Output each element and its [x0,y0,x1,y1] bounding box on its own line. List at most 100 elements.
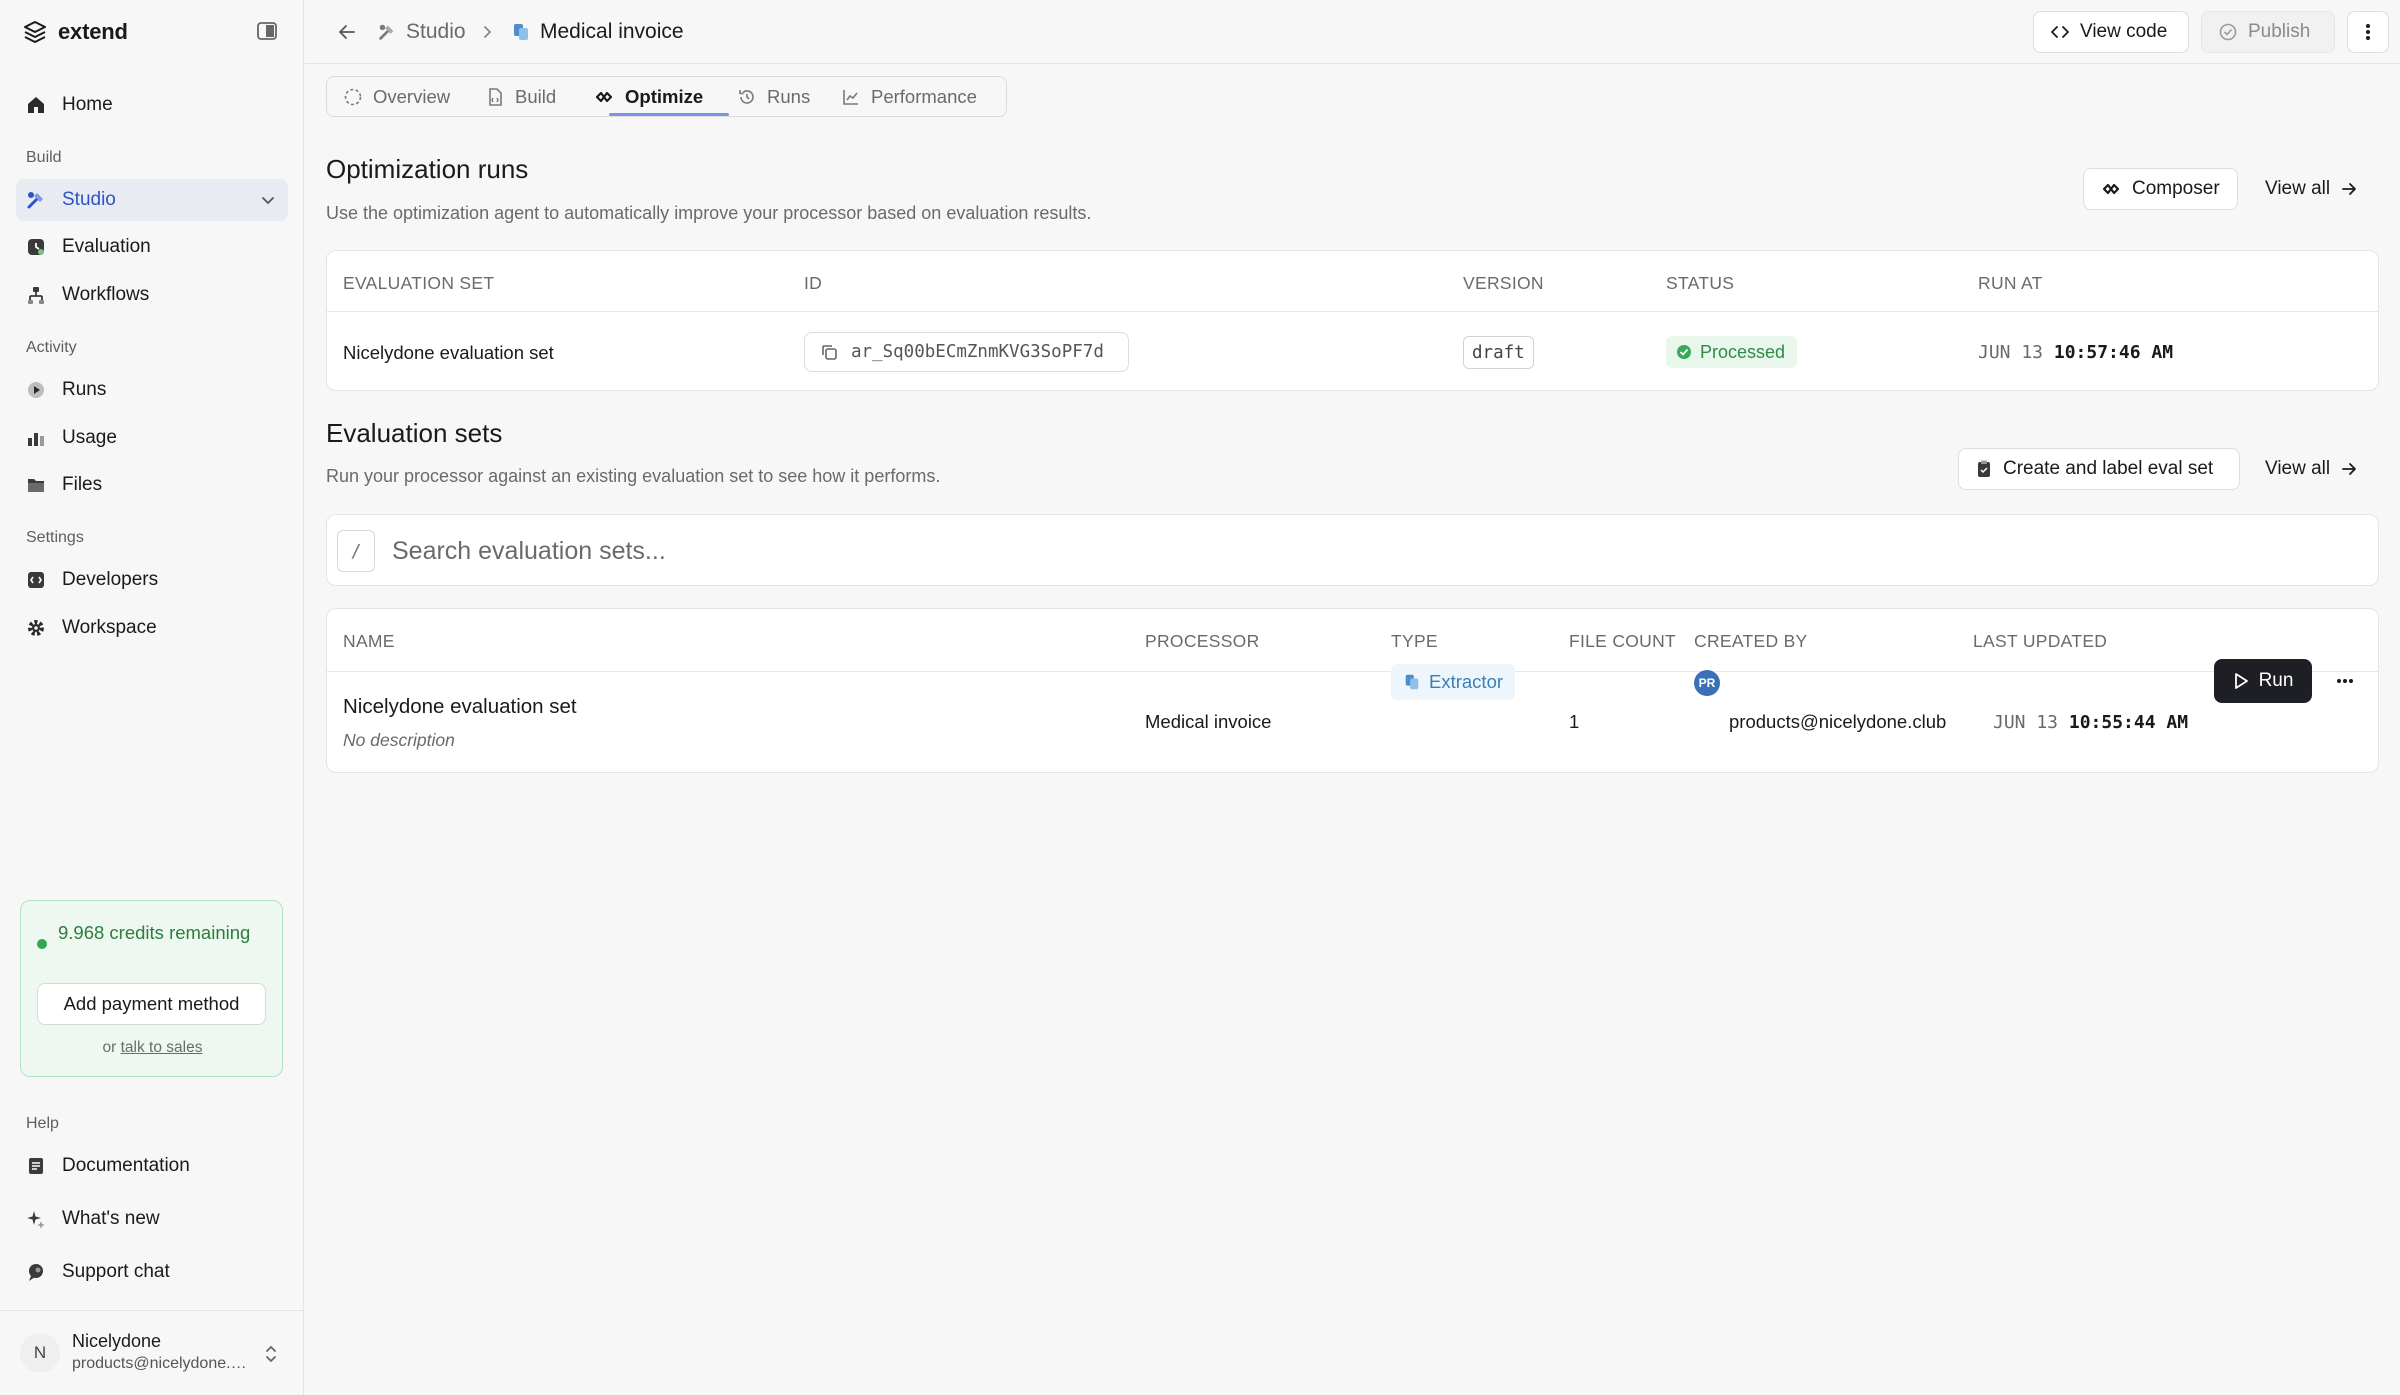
run-at-date: JUN 13 [1978,342,2044,363]
breadcrumb-studio[interactable]: Studio [377,18,466,46]
loader-circle-icon [344,88,362,105]
column-header: NAME [343,631,395,651]
sidebar-toggle-icon[interactable] [256,20,278,42]
run-button[interactable]: Run [2214,659,2312,703]
created-by-cell: products@nicelydone.club [1729,711,1947,732]
add-payment-method-button[interactable]: Add payment method [37,983,266,1025]
eval-set-name: Nicelydone evaluation set [343,695,577,718]
tab-build[interactable]: Build [485,77,556,116]
optimization-runs-description: Use the optimization agent to automatica… [326,203,1092,223]
sidebar-item-label: Developers [62,569,159,590]
row-more-button[interactable] [2331,667,2359,695]
user-email: products@nicelydone.club [72,1355,252,1372]
document-icon [24,1154,48,1178]
updated-time: 10:55:44 AM [2068,712,2189,733]
brand[interactable]: extend [22,16,128,48]
column-header: STATUS [1666,273,1735,293]
chevron-down-icon[interactable] [258,190,278,210]
chevron-right-icon [484,26,492,38]
tab-label: Runs [767,85,811,107]
column-header: LAST UPDATED [1973,631,2108,651]
section-activity: Activity [26,339,77,356]
file-code-icon [489,87,502,106]
column-header: FILE COUNT [1569,631,1677,651]
composer-button[interactable]: Composer [2083,168,2238,210]
user-menu[interactable]: N Nicelydone products@nicelydone.club [0,1310,304,1395]
check-circle-icon [2219,23,2237,41]
more-options-button[interactable] [2347,11,2389,53]
column-header: TYPE [1391,631,1438,651]
sidebar-item-label: Support chat [62,1261,170,1282]
section-build: Build [26,149,62,166]
check-circle-icon [1677,345,1691,359]
evaluation-sets-description: Run your processor against an existing e… [326,466,941,486]
sidebar-item-support-chat[interactable]: Support chat [16,1251,288,1293]
sidebar-item-label: What's new [62,1208,160,1229]
file-count-cell: 1 [1569,711,1580,732]
sidebar-item-runs[interactable]: Runs [16,369,288,411]
updated-date: JUN 13 [1993,712,2059,733]
column-header: PROCESSOR [1145,631,1260,651]
tab-label: Overview [373,85,451,107]
sidebar-item-documentation[interactable]: Documentation [16,1145,288,1187]
optimization-runs-title: Optimization runs [326,154,529,184]
publish-button[interactable]: Publish [2201,11,2335,53]
arrow-left-icon[interactable] [335,20,359,44]
optimization-runs-table: EVALUATION SET ID VERSION STATUS RUN AT … [326,250,2379,391]
sidebar-item-files[interactable]: Files [16,464,288,506]
view-code-label: View code [2080,21,2168,42]
sidebar-item-evaluation[interactable]: Evaluation [16,226,288,268]
sidebar-item-whats-new[interactable]: What's new [16,1198,288,1240]
create-eval-set-button[interactable]: Create and label eval set [1958,448,2240,490]
studio-tools-icon [379,24,394,40]
play-circle-icon [24,378,48,402]
column-header: VERSION [1463,273,1544,293]
type-badge: Extractor [1391,664,1516,700]
sidebar-item-studio[interactable]: Studio [16,179,288,221]
line-chart-icon [843,89,858,105]
credits-footer-prefix: or [102,1039,117,1056]
workflow-icon [24,283,48,307]
sparkle-icon [24,1207,48,1231]
tab-optimize[interactable]: Optimize [593,77,703,116]
evaluation-icon [24,235,48,259]
credits-remaining: 9.968 credits remaining [58,922,251,943]
sidebar-item-home[interactable]: Home [16,84,288,126]
sidebar: extend Home Build Studio Evaluation Work… [0,0,304,1395]
tab-runs[interactable]: Runs [737,77,810,116]
sidebar-item-label: Studio [62,189,116,210]
sidebar-item-usage[interactable]: Usage [16,417,288,459]
tab-overview[interactable]: Overview [343,77,450,116]
talk-to-sales-link[interactable]: talk to sales [121,1039,203,1056]
folder-icon [24,473,48,497]
sidebar-item-workflows[interactable]: Workflows [16,274,288,316]
sidebar-item-developers[interactable]: Developers [16,559,288,601]
type-label: Extractor [1429,671,1504,692]
search-input[interactable] [392,529,2352,573]
view-all-optimization-runs-link[interactable]: View all [2265,168,2358,210]
composer-label: Composer [2132,178,2220,199]
arrow-right-icon [2342,463,2357,475]
column-header: EVALUATION SET [343,273,495,293]
section-settings: Settings [26,529,84,546]
sidebar-item-workspace[interactable]: Workspace [16,607,288,649]
column-header: ID [804,273,823,293]
history-icon [739,89,754,104]
play-icon [2234,673,2248,689]
status-badge: Processed [1666,336,1798,368]
credits-footer: or talk to sales [21,1039,284,1057]
tab-label: Performance [871,85,977,107]
column-header: RUN AT [1978,273,2043,293]
last-updated-cell: JUN 13 10:55:44 AM [1993,712,2188,733]
copy-id-button[interactable]: ar_Sq00bECmZnmKVG3SoPF7d [804,332,1129,372]
extractor-icon [1405,674,1419,690]
view-all-evaluation-sets-link[interactable]: View all [2265,448,2358,490]
view-code-button[interactable]: View code [2033,11,2189,53]
chevrons-up-down-icon[interactable] [262,1343,280,1365]
sidebar-item-label: Evaluation [62,236,151,257]
copy-icon [822,345,837,360]
sidebar-item-label: Documentation [62,1155,190,1176]
breadcrumb-medical-invoice[interactable]: Medical invoice [511,18,684,46]
evaluation-sets-title: Evaluation sets [326,418,503,448]
tab-performance[interactable]: Performance [841,77,977,116]
